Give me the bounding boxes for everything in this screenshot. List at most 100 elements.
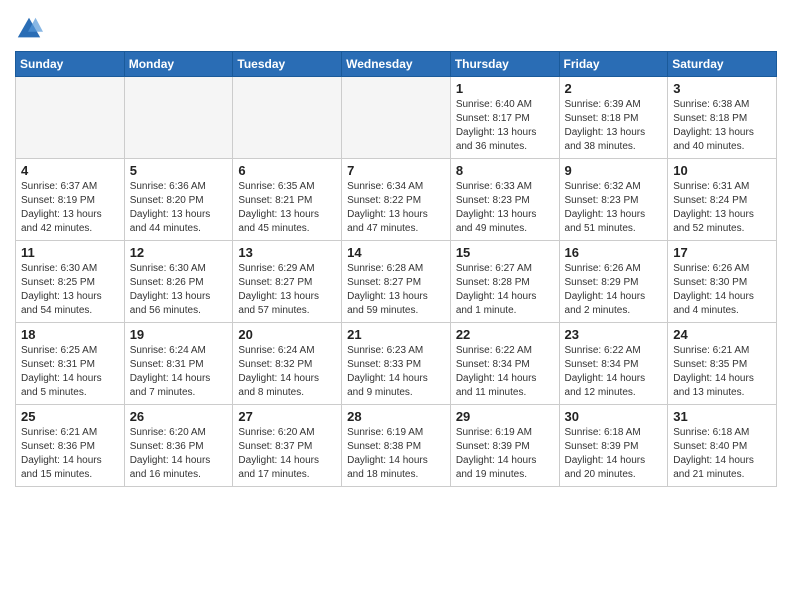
calendar-week-row: 25Sunrise: 6:21 AMSunset: 8:36 PMDayligh… [16, 405, 777, 487]
calendar-day-cell: 11 Sunrise: 6:30 AMSunset: 8:25 PMDayligh… [16, 241, 125, 323]
day-info: Sunrise: 6:38 AMSunset: 8:18 PMDaylight:… [673, 98, 771, 154]
day-number: 11 [21, 245, 119, 260]
page-container: SundayMondayTuesdayWednesdayThursdayFrid… [0, 0, 792, 502]
day-info: Sunrise: 6:40 AMSunset: 8:17 PMDaylight:… [456, 98, 554, 154]
day-info: Sunrise: 6:26 AMSunset: 8:29 PMDaylight:… [565, 262, 663, 318]
day-info: Sunrise: 6:18 AMSunset: 8:40 PMDaylight:… [673, 426, 771, 482]
calendar-week-row: 4Sunrise: 6:37 AMSunset: 8:19 PMDaylight… [16, 159, 777, 241]
day-info: Sunrise: 6:34 AMSunset: 8:22 PMDaylight:… [347, 180, 445, 236]
day-number: 31 [673, 409, 771, 424]
day-number: 10 [673, 163, 771, 178]
day-info: Sunrise: 6:21 AMSunset: 8:36 PMDaylight:… [21, 426, 119, 482]
day-number: 30 [565, 409, 663, 424]
calendar-day-cell [16, 77, 125, 159]
calendar-week-row: 18Sunrise: 6:25 AMSunset: 8:31 PMDayligh… [16, 323, 777, 405]
calendar-day-cell: 21 Sunrise: 6:23 AMSunset: 8:33 PMDayligh… [342, 323, 451, 405]
day-info: Sunrise: 6:35 AMSunset: 8:21 PMDaylight:… [238, 180, 336, 236]
day-number: 14 [347, 245, 445, 260]
day-of-week-header: Tuesday [233, 52, 342, 77]
day-number: 4 [21, 163, 119, 178]
day-info: Sunrise: 6:28 AMSunset: 8:27 PMDaylight:… [347, 262, 445, 318]
calendar-day-cell: 9 Sunrise: 6:32 AMSunset: 8:23 PMDaylight… [559, 159, 668, 241]
day-number: 27 [238, 409, 336, 424]
logo [15, 15, 46, 43]
calendar-day-cell: 3 Sunrise: 6:38 AMSunset: 8:18 PMDaylight… [668, 77, 777, 159]
calendar-day-cell: 18Sunrise: 6:25 AMSunset: 8:31 PMDayligh… [16, 323, 125, 405]
calendar-table: SundayMondayTuesdayWednesdayThursdayFrid… [15, 51, 777, 487]
day-number: 22 [456, 327, 554, 342]
calendar-day-cell: 24 Sunrise: 6:21 AMSunset: 8:35 PMDayligh… [668, 323, 777, 405]
day-number: 2 [565, 81, 663, 96]
day-info: Sunrise: 6:24 AMSunset: 8:31 PMDaylight:… [130, 344, 228, 400]
day-number: 6 [238, 163, 336, 178]
calendar-day-cell: 6 Sunrise: 6:35 AMSunset: 8:21 PMDaylight… [233, 159, 342, 241]
calendar-day-cell: 16 Sunrise: 6:26 AMSunset: 8:29 PMDayligh… [559, 241, 668, 323]
calendar-day-cell [124, 77, 233, 159]
calendar-day-cell: 29 Sunrise: 6:19 AMSunset: 8:39 PMDayligh… [450, 405, 559, 487]
day-info: Sunrise: 6:36 AMSunset: 8:20 PMDaylight:… [130, 180, 228, 236]
day-info: Sunrise: 6:32 AMSunset: 8:23 PMDaylight:… [565, 180, 663, 236]
day-info: Sunrise: 6:19 AMSunset: 8:38 PMDaylight:… [347, 426, 445, 482]
day-of-week-header: Friday [559, 52, 668, 77]
calendar-day-cell: 19 Sunrise: 6:24 AMSunset: 8:31 PMDayligh… [124, 323, 233, 405]
calendar-day-cell: 1 Sunrise: 6:40 AMSunset: 8:17 PMDaylight… [450, 77, 559, 159]
day-info: Sunrise: 6:20 AMSunset: 8:37 PMDaylight:… [238, 426, 336, 482]
calendar-day-cell: 10 Sunrise: 6:31 AMSunset: 8:24 PMDayligh… [668, 159, 777, 241]
day-info: Sunrise: 6:25 AMSunset: 8:31 PMDaylight:… [21, 344, 119, 400]
calendar-day-cell: 25Sunrise: 6:21 AMSunset: 8:36 PMDayligh… [16, 405, 125, 487]
day-number: 17 [673, 245, 771, 260]
day-number: 16 [565, 245, 663, 260]
day-info: Sunrise: 6:24 AMSunset: 8:32 PMDaylight:… [238, 344, 336, 400]
calendar-day-cell: 12Sunrise: 6:30 AMSunset: 8:26 PMDayligh… [124, 241, 233, 323]
day-of-week-header: Monday [124, 52, 233, 77]
day-number: 1 [456, 81, 554, 96]
day-info: Sunrise: 6:31 AMSunset: 8:24 PMDaylight:… [673, 180, 771, 236]
calendar-day-cell: 31 Sunrise: 6:18 AMSunset: 8:40 PMDayligh… [668, 405, 777, 487]
calendar-day-cell: 4Sunrise: 6:37 AMSunset: 8:19 PMDaylight… [16, 159, 125, 241]
calendar-day-cell: 23 Sunrise: 6:22 AMSunset: 8:34 PMDayligh… [559, 323, 668, 405]
day-number: 5 [130, 163, 228, 178]
calendar-day-cell: 7 Sunrise: 6:34 AMSunset: 8:22 PMDaylight… [342, 159, 451, 241]
calendar-day-cell: 26Sunrise: 6:20 AMSunset: 8:36 PMDayligh… [124, 405, 233, 487]
day-info: Sunrise: 6:30 AMSunset: 8:25 PMDaylight:… [21, 262, 119, 318]
logo-icon [15, 15, 43, 43]
calendar-day-cell: 27 Sunrise: 6:20 AMSunset: 8:37 PMDayligh… [233, 405, 342, 487]
day-number: 24 [673, 327, 771, 342]
calendar-day-cell: 30 Sunrise: 6:18 AMSunset: 8:39 PMDayligh… [559, 405, 668, 487]
calendar-week-row: 1 Sunrise: 6:40 AMSunset: 8:17 PMDaylight… [16, 77, 777, 159]
day-number: 29 [456, 409, 554, 424]
day-number: 3 [673, 81, 771, 96]
day-info: Sunrise: 6:22 AMSunset: 8:34 PMDaylight:… [456, 344, 554, 400]
day-of-week-header: Wednesday [342, 52, 451, 77]
calendar-day-cell [342, 77, 451, 159]
calendar-header-row: SundayMondayTuesdayWednesdayThursdayFrid… [16, 52, 777, 77]
day-number: 15 [456, 245, 554, 260]
day-info: Sunrise: 6:23 AMSunset: 8:33 PMDaylight:… [347, 344, 445, 400]
day-number: 7 [347, 163, 445, 178]
day-number: 19 [130, 327, 228, 342]
calendar-day-cell: 15 Sunrise: 6:27 AMSunset: 8:28 PMDayligh… [450, 241, 559, 323]
day-info: Sunrise: 6:26 AMSunset: 8:30 PMDaylight:… [673, 262, 771, 318]
calendar-day-cell: 2 Sunrise: 6:39 AMSunset: 8:18 PMDaylight… [559, 77, 668, 159]
day-number: 20 [238, 327, 336, 342]
day-number: 23 [565, 327, 663, 342]
calendar-day-cell: 14 Sunrise: 6:28 AMSunset: 8:27 PMDayligh… [342, 241, 451, 323]
day-info: Sunrise: 6:39 AMSunset: 8:18 PMDaylight:… [565, 98, 663, 154]
day-number: 21 [347, 327, 445, 342]
day-info: Sunrise: 6:33 AMSunset: 8:23 PMDaylight:… [456, 180, 554, 236]
day-info: Sunrise: 6:22 AMSunset: 8:34 PMDaylight:… [565, 344, 663, 400]
calendar-day-cell: 17 Sunrise: 6:26 AMSunset: 8:30 PMDayligh… [668, 241, 777, 323]
calendar-day-cell [233, 77, 342, 159]
day-number: 9 [565, 163, 663, 178]
day-info: Sunrise: 6:19 AMSunset: 8:39 PMDaylight:… [456, 426, 554, 482]
calendar-day-cell: 28 Sunrise: 6:19 AMSunset: 8:38 PMDayligh… [342, 405, 451, 487]
day-number: 28 [347, 409, 445, 424]
day-of-week-header: Saturday [668, 52, 777, 77]
day-info: Sunrise: 6:21 AMSunset: 8:35 PMDaylight:… [673, 344, 771, 400]
day-info: Sunrise: 6:27 AMSunset: 8:28 PMDaylight:… [456, 262, 554, 318]
calendar-day-cell: 20 Sunrise: 6:24 AMSunset: 8:32 PMDayligh… [233, 323, 342, 405]
day-info: Sunrise: 6:18 AMSunset: 8:39 PMDaylight:… [565, 426, 663, 482]
day-number: 12 [130, 245, 228, 260]
calendar-week-row: 11 Sunrise: 6:30 AMSunset: 8:25 PMDayligh… [16, 241, 777, 323]
page-header [15, 10, 777, 43]
